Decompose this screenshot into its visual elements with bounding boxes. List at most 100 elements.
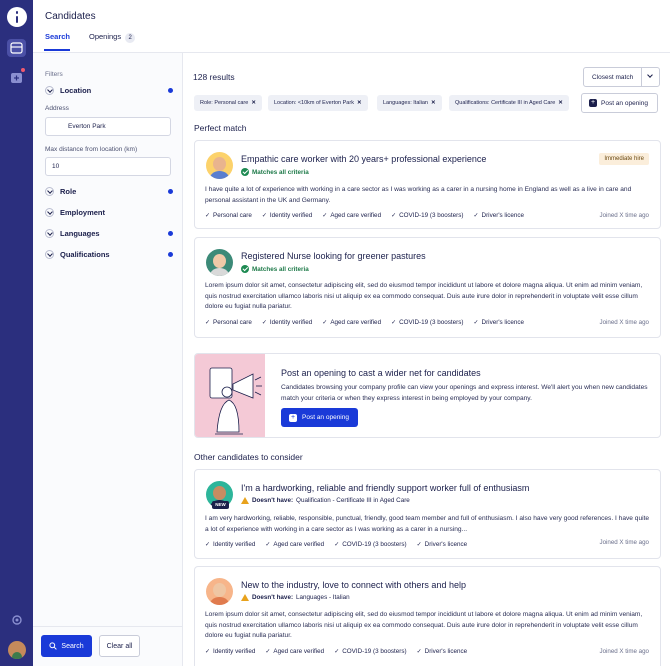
tag: COVID-19 (3 boosters) bbox=[334, 648, 406, 655]
candidate-card[interactable]: NEW I'm a hardworking, reliable and frie… bbox=[194, 469, 661, 559]
sort-divider bbox=[641, 68, 642, 86]
joined-time: Joined X time ago bbox=[599, 539, 649, 546]
tag: Driver's licence bbox=[417, 541, 468, 548]
chevron-down-icon[interactable] bbox=[647, 72, 653, 78]
candidate-title[interactable]: I'm a hardworking, reliable and friendly… bbox=[241, 483, 529, 493]
active-filter-dot bbox=[168, 231, 173, 236]
chip-label: Languages: Italian bbox=[383, 100, 428, 106]
chevron-down-icon bbox=[45, 86, 54, 95]
doesnt-have-value: Languages - Italian bbox=[296, 594, 350, 601]
filter-qualifications[interactable]: Qualifications bbox=[45, 249, 173, 261]
results-count: 128 results bbox=[193, 72, 235, 82]
user-avatar[interactable] bbox=[8, 641, 26, 659]
check-circle-icon bbox=[241, 168, 249, 176]
perfect-match-title: Perfect match bbox=[194, 123, 247, 133]
page-title: Candidates bbox=[45, 11, 96, 22]
address-label: Address bbox=[45, 105, 69, 112]
page-header: Candidates Search Openings 2 bbox=[33, 0, 670, 53]
candidate-tags: Personal care Identity verified Aged car… bbox=[205, 212, 524, 219]
candidate-title[interactable]: Registered Nurse looking for greener pas… bbox=[241, 251, 426, 261]
app-rail bbox=[0, 0, 33, 666]
plus-icon: + bbox=[289, 413, 297, 422]
tag: Identity verified bbox=[205, 648, 255, 655]
active-filter-dot bbox=[168, 88, 173, 93]
filter-role-label: Role bbox=[60, 187, 77, 196]
candidate-avatar bbox=[206, 249, 233, 276]
tag: Driver's licence bbox=[474, 212, 525, 219]
plus-icon: + bbox=[589, 99, 597, 107]
megaphone-illustration bbox=[195, 354, 265, 437]
chip-label: Location: <10km of Everton Park bbox=[274, 100, 354, 106]
filter-qualifications-label: Qualifications bbox=[60, 250, 110, 259]
search-icon bbox=[49, 642, 58, 650]
search-button-label: Search bbox=[61, 642, 84, 650]
post-opening-label: Post an opening bbox=[601, 99, 648, 107]
clear-all-button[interactable]: Clear all bbox=[99, 635, 140, 657]
tag: Personal care bbox=[205, 212, 252, 219]
filter-languages[interactable]: Languages bbox=[45, 228, 173, 240]
notification-dot bbox=[20, 67, 26, 73]
distance-label: Max distance from location (km) bbox=[45, 146, 138, 153]
filter-chip-qualifications[interactable]: Qualifications: Certificate III in Aged … bbox=[449, 95, 569, 111]
filter-role[interactable]: Role bbox=[45, 186, 173, 198]
new-badge: NEW bbox=[212, 501, 229, 509]
post-opening-button[interactable]: + Post an opening bbox=[581, 93, 658, 113]
filter-chip-languages[interactable]: Languages: Italian ✕ bbox=[377, 95, 442, 111]
warning-icon bbox=[241, 594, 249, 601]
active-filter-dot bbox=[168, 189, 173, 194]
promo-post-opening-button[interactable]: + Post an opening bbox=[281, 408, 358, 427]
chevron-down-icon bbox=[45, 208, 54, 217]
address-input[interactable]: Everton Park bbox=[45, 117, 171, 136]
chevron-down-icon bbox=[45, 229, 54, 238]
candidate-title[interactable]: New to the industry, love to connect wit… bbox=[241, 580, 466, 590]
openings-count-badge: 2 bbox=[125, 33, 136, 43]
candidate-card[interactable]: New to the industry, love to connect wit… bbox=[194, 566, 661, 666]
tag: COVID-19 (3 boosters) bbox=[334, 541, 406, 548]
openings-nav-icon[interactable] bbox=[7, 67, 26, 87]
tag: Personal care bbox=[205, 319, 252, 326]
close-icon[interactable]: ✕ bbox=[357, 100, 362, 106]
candidate-description: Lorem ipsum dolor sit amet, consectetur … bbox=[205, 282, 643, 310]
chevron-down-icon bbox=[45, 250, 54, 259]
other-candidates-title: Other candidates to consider bbox=[194, 452, 303, 462]
candidate-avatar bbox=[206, 578, 233, 605]
candidate-card[interactable]: Registered Nurse looking for greener pas… bbox=[194, 237, 661, 338]
candidate-card[interactable]: Empathic care worker with 20 years+ prof… bbox=[194, 140, 661, 229]
tag: Aged care verified bbox=[265, 648, 324, 655]
close-icon[interactable]: ✕ bbox=[558, 100, 563, 106]
tag: COVID-19 (3 boosters) bbox=[391, 212, 463, 219]
filters-title: Filters bbox=[45, 71, 63, 78]
missing-criteria: Doesn't have: Languages - Italian bbox=[241, 594, 350, 601]
info-logo-icon[interactable] bbox=[7, 7, 27, 27]
distance-input[interactable]: 10 bbox=[45, 157, 171, 176]
close-icon[interactable]: ✕ bbox=[431, 100, 436, 106]
joined-time: Joined X time ago bbox=[599, 212, 649, 219]
tag: Identity verified bbox=[262, 319, 312, 326]
candidate-description: I have quite a lot of experience with wo… bbox=[205, 186, 632, 204]
sort-dropdown[interactable]: Closest match bbox=[583, 67, 660, 87]
tab-search[interactable]: Search bbox=[45, 32, 70, 41]
close-icon[interactable]: ✕ bbox=[251, 100, 256, 106]
tab-openings[interactable]: Openings 2 bbox=[89, 32, 136, 43]
candidates-nav-icon[interactable] bbox=[7, 39, 26, 57]
active-filter-dot bbox=[168, 252, 173, 257]
promo-button-label: Post an opening bbox=[302, 414, 349, 421]
joined-time: Joined X time ago bbox=[599, 319, 649, 326]
candidate-description: Lorem ipsum dolor sit amet, consectetur … bbox=[205, 611, 643, 639]
search-button[interactable]: Search bbox=[41, 635, 92, 657]
check-circle-icon bbox=[241, 265, 249, 273]
candidate-tags: Identity verified Aged care verified COV… bbox=[205, 648, 467, 655]
filter-employment[interactable]: Employment bbox=[45, 207, 173, 219]
candidate-title[interactable]: Empathic care worker with 20 years+ prof… bbox=[241, 154, 486, 164]
filter-chip-role[interactable]: Role: Personal care ✕ bbox=[194, 95, 262, 111]
tag: COVID-19 (3 boosters) bbox=[391, 319, 463, 326]
tag: Identity verified bbox=[205, 541, 255, 548]
missing-criteria: Doesn't have: Qualification - Certificate… bbox=[241, 497, 410, 504]
match-text: Matches all criteria bbox=[252, 168, 309, 176]
candidate-avatar bbox=[206, 152, 233, 179]
gear-icon[interactable] bbox=[11, 614, 23, 626]
match-text: Matches all criteria bbox=[252, 265, 309, 273]
immediate-hire-badge: Immediate hire bbox=[599, 153, 649, 165]
filter-location[interactable]: Location bbox=[45, 85, 173, 97]
filter-chip-location[interactable]: Location: <10km of Everton Park ✕ bbox=[268, 95, 368, 111]
